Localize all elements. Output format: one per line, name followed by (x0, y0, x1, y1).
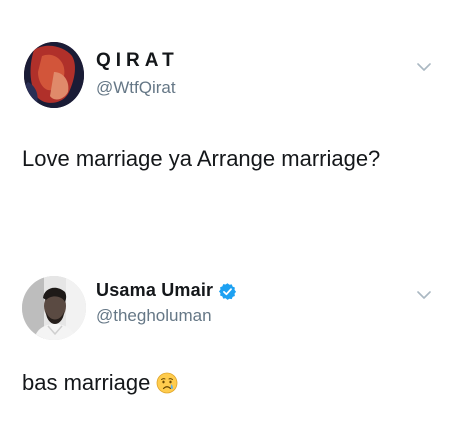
chevron-down-icon[interactable] (417, 291, 431, 299)
tweet-text: bas marriage (22, 370, 151, 395)
profile-photo-icon (24, 42, 84, 108)
display-name[interactable]: QIRAT (96, 50, 179, 72)
avatar[interactable] (22, 276, 86, 340)
user-handle[interactable]: @WtfQirat (96, 78, 176, 98)
display-name[interactable]: Usama Umair (96, 280, 213, 301)
profile-photo-icon (22, 276, 86, 340)
user-handle[interactable]: @thegholuman (96, 306, 212, 326)
chevron-down-icon[interactable] (417, 63, 431, 71)
tweet-card: Usama Umair @thegholuman bas marriage (0, 262, 450, 442)
verified-badge-icon (219, 283, 237, 300)
tweet-card: QIRAT @WtfQirat Love marriage ya Arrange… (0, 0, 450, 215)
tweet-text: Love marriage ya Arrange marriage? (22, 146, 381, 171)
avatar[interactable] (24, 42, 84, 108)
crying-face-emoji-icon (156, 372, 178, 394)
